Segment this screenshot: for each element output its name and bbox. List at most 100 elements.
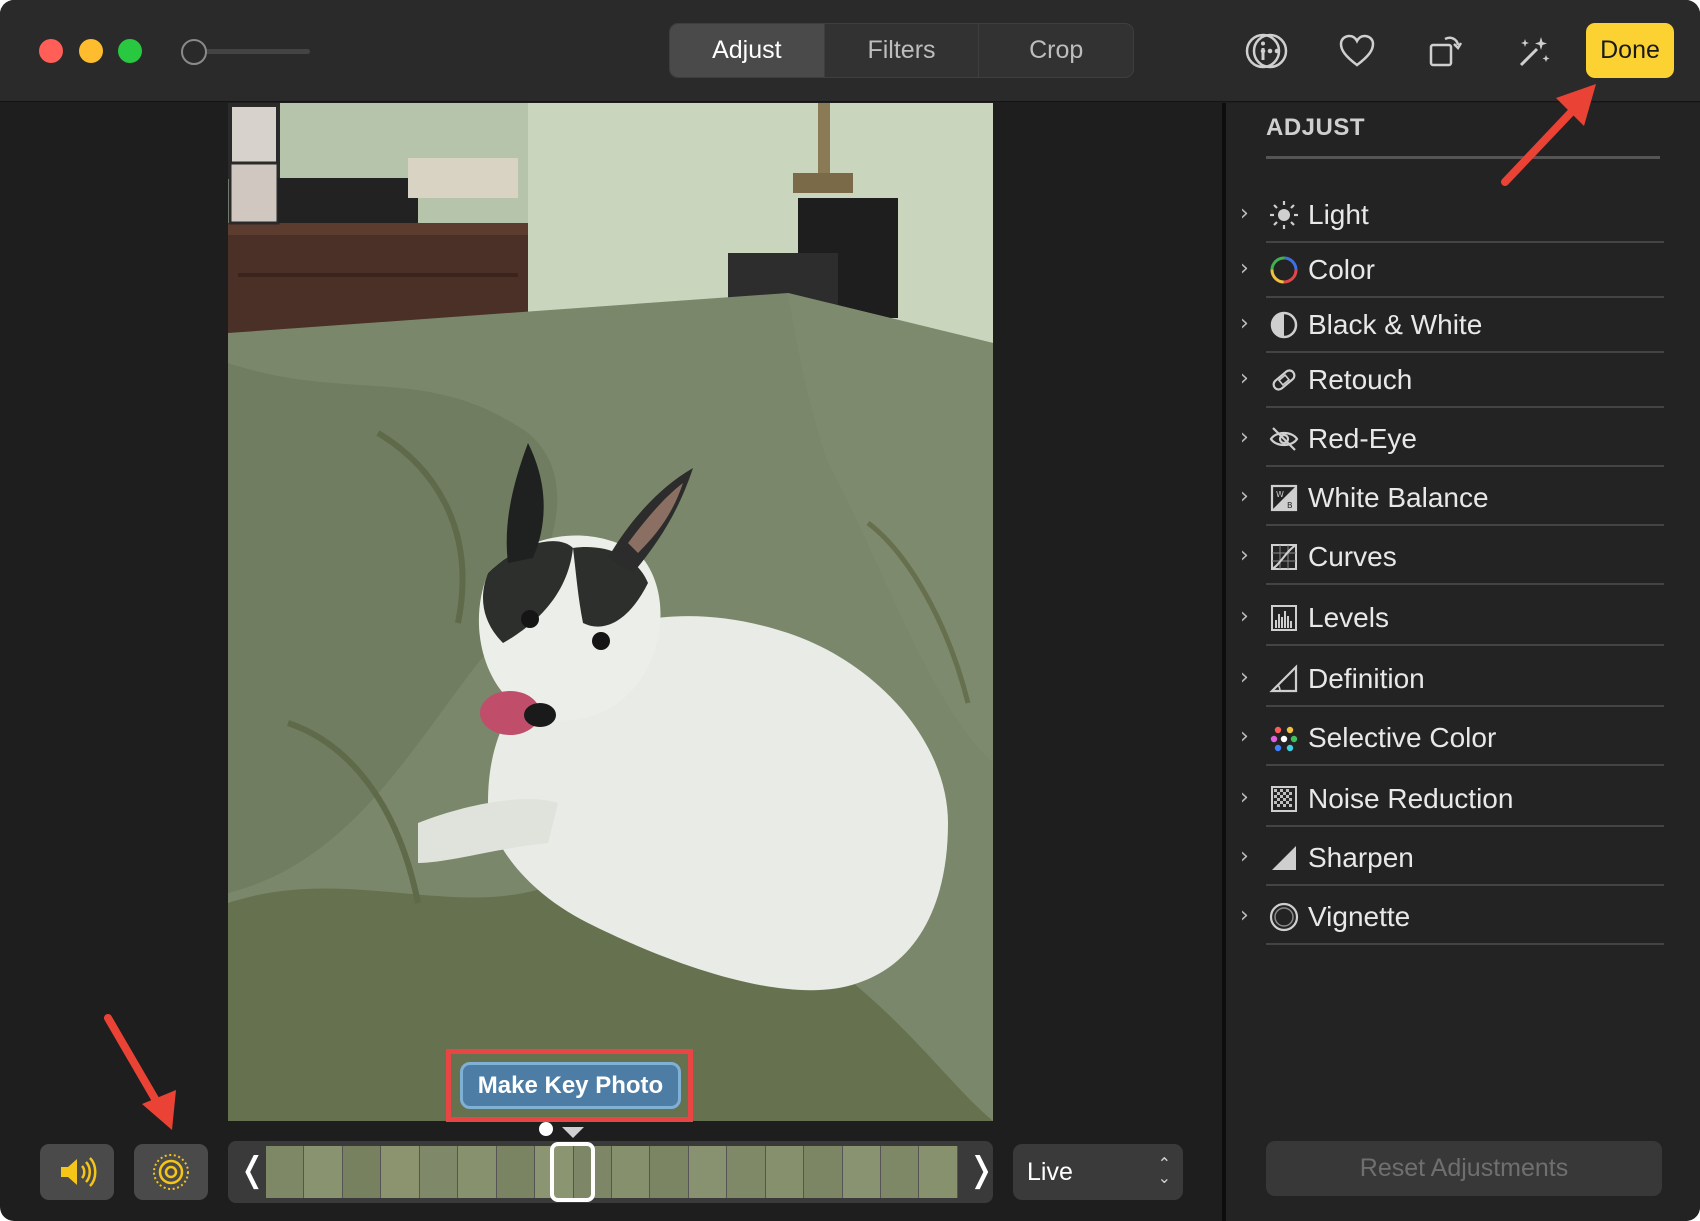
photos-edit-window: Adjust Filters Crop Done Make Key Photo …	[0, 0, 1700, 1221]
frame-selector-handle[interactable]	[550, 1142, 595, 1202]
close-button[interactable]	[39, 39, 63, 63]
key-photo-marker	[539, 1122, 553, 1136]
select-stepper-icon: ⌃ ⌄	[1157, 1156, 1171, 1187]
adjust-item-label: Color	[1308, 254, 1375, 285]
item-divider	[1266, 406, 1664, 408]
item-divider	[1266, 524, 1664, 526]
more-options-icon[interactable]	[1248, 29, 1292, 73]
filmstrip-frame	[765, 1146, 805, 1198]
filmstrip-frame	[727, 1146, 766, 1198]
white-balance-icon: WB	[1268, 482, 1300, 514]
color-wheel-icon	[1268, 254, 1300, 286]
chevron-right-icon[interactable]: ›	[1240, 256, 1249, 281]
speaker-icon	[61, 1157, 97, 1187]
chevron-right-icon[interactable]: ›	[1240, 425, 1249, 450]
item-divider	[1266, 825, 1664, 827]
item-divider	[1266, 583, 1664, 585]
chevron-right-icon[interactable]: ›	[1240, 366, 1249, 391]
filmstrip-frame	[804, 1146, 843, 1198]
color-dots-icon	[1268, 722, 1300, 754]
filmstrip-frame	[458, 1146, 497, 1198]
live-effect-select[interactable]: Live ⌃ ⌄	[1013, 1144, 1183, 1200]
chevron-right-icon[interactable]: ›	[1240, 201, 1249, 226]
adjust-item-label: Red-Eye	[1308, 423, 1417, 454]
item-divider	[1266, 943, 1664, 945]
chevron-right-icon[interactable]: ›	[1240, 844, 1249, 869]
noise-icon	[1268, 783, 1300, 815]
adjust-item-vignette[interactable]: › Vignette	[1236, 889, 1664, 945]
sun-icon	[1268, 199, 1300, 231]
trim-start-handle[interactable]: ❬	[238, 1150, 267, 1190]
svg-text:B: B	[1287, 501, 1293, 510]
eye-slash-icon	[1268, 423, 1300, 455]
adjust-item-color[interactable]: › Color	[1236, 242, 1664, 298]
minimize-button[interactable]	[79, 39, 103, 63]
item-divider	[1266, 705, 1664, 707]
adjust-item-label: Retouch	[1308, 364, 1413, 395]
arrow-to-live-icon	[104, 1014, 176, 1130]
reset-adjustments-button[interactable]: Reset Adjustments	[1266, 1141, 1662, 1196]
adjust-item-red-eye[interactable]: › Red-Eye	[1236, 411, 1664, 467]
filmstrip-frame	[650, 1146, 689, 1198]
heart-icon[interactable]	[1335, 29, 1379, 73]
adjust-item-label: Light	[1308, 199, 1369, 230]
adjust-item-selective-color[interactable]: › Selective Color	[1236, 710, 1664, 766]
filmstrip-frame	[842, 1146, 881, 1198]
chevron-right-icon[interactable]: ›	[1240, 665, 1249, 690]
item-divider	[1266, 884, 1664, 886]
live-photo-button[interactable]	[134, 1144, 208, 1200]
trim-end-handle[interactable]: ❭	[967, 1150, 996, 1190]
filmstrip-frame	[304, 1146, 343, 1198]
rotate-icon[interactable]	[1423, 29, 1467, 73]
tab-filters[interactable]: Filters	[825, 24, 980, 77]
chevron-right-icon[interactable]: ›	[1240, 484, 1249, 509]
adjust-item-label: Sharpen	[1308, 842, 1414, 873]
adjust-item-black-white[interactable]: › Black & White	[1236, 297, 1664, 353]
chevron-right-icon[interactable]: ›	[1240, 903, 1249, 928]
make-key-photo-button[interactable]: Make Key Photo	[460, 1062, 681, 1109]
toolbar: Adjust Filters Crop Done	[0, 0, 1700, 102]
sound-button[interactable]	[40, 1144, 114, 1200]
done-button[interactable]: Done	[1586, 23, 1674, 78]
chevron-right-icon[interactable]: ›	[1240, 311, 1249, 336]
levels-icon	[1268, 602, 1300, 634]
item-divider	[1266, 465, 1664, 467]
filmstrip-frame	[419, 1146, 459, 1198]
adjust-item-noise-reduction[interactable]: › Noise Reduction	[1236, 771, 1664, 827]
chevron-right-icon[interactable]: ›	[1240, 724, 1249, 749]
chevron-right-icon[interactable]: ›	[1240, 543, 1249, 568]
triangle-icon	[1268, 663, 1300, 695]
svg-text:W: W	[1276, 490, 1284, 499]
adjust-item-curves[interactable]: › Curves	[1236, 529, 1664, 585]
magic-wand-icon[interactable]	[1511, 29, 1555, 73]
sharpen-icon	[1268, 842, 1300, 874]
adjust-item-definition[interactable]: › Definition	[1236, 651, 1664, 707]
zoom-window-button[interactable]	[118, 39, 142, 63]
live-effect-value: Live	[1027, 1157, 1073, 1186]
adjust-item-white-balance[interactable]: › WB White Balance	[1236, 470, 1664, 526]
zoom-slider-knob[interactable]	[181, 39, 207, 65]
adjust-item-label: Vignette	[1308, 901, 1411, 932]
chevron-right-icon[interactable]: ›	[1240, 785, 1249, 810]
edit-mode-tabs: Adjust Filters Crop	[669, 23, 1134, 78]
chevron-right-icon[interactable]: ›	[1240, 604, 1249, 629]
filmstrip-frames[interactable]	[266, 1146, 958, 1198]
sidebar-title: ADJUST	[1266, 114, 1366, 141]
filmstrip-frame	[496, 1146, 536, 1198]
item-divider	[1266, 644, 1664, 646]
tab-adjust[interactable]: Adjust	[670, 24, 825, 77]
adjust-item-label: White Balance	[1308, 482, 1489, 513]
live-photo-icon	[153, 1154, 189, 1190]
adjust-item-light[interactable]: › Light	[1236, 187, 1664, 243]
filmstrip-frame	[611, 1146, 651, 1198]
adjust-item-retouch[interactable]: › Retouch	[1236, 352, 1664, 408]
photo-canvas[interactable]	[228, 103, 993, 1121]
adjust-item-label: Levels	[1308, 602, 1389, 633]
adjust-item-sharpen[interactable]: › Sharpen	[1236, 830, 1664, 886]
adjust-item-label: Noise Reduction	[1308, 783, 1514, 814]
filmstrip-frame	[266, 1146, 305, 1198]
tab-crop[interactable]: Crop	[979, 24, 1133, 77]
sidebar-title-rule	[1266, 156, 1660, 159]
filmstrip-frame	[342, 1146, 382, 1198]
adjust-item-levels[interactable]: › Levels	[1236, 590, 1664, 646]
